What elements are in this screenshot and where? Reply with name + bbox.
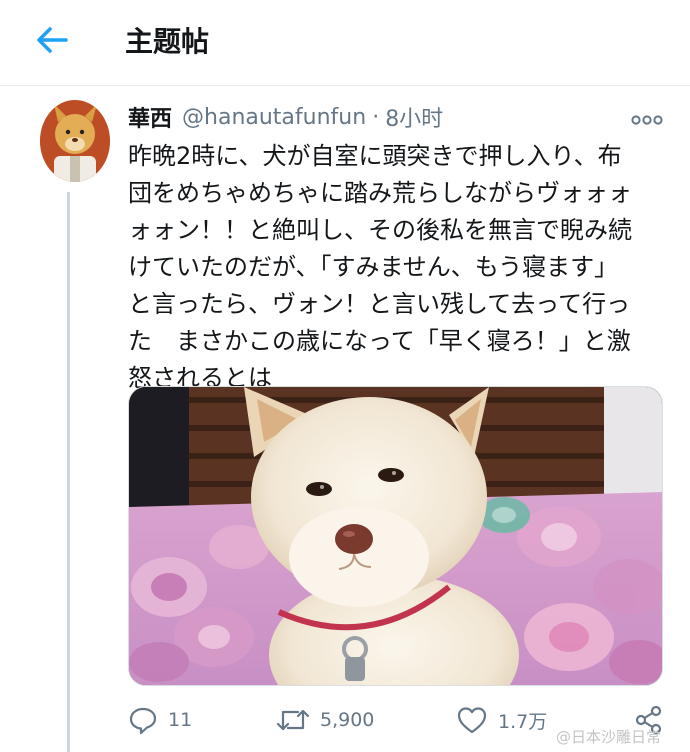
avatar[interactable] (40, 100, 110, 182)
thread-line (67, 192, 70, 752)
reply-icon (129, 707, 157, 735)
watermark: @日本沙雕日常 (556, 728, 662, 746)
heart-icon (457, 707, 487, 734)
tweet-text-line: と言ったら、ヴォン！と言い残して去って行っ (128, 290, 631, 318)
tweet-text-line: けていたのだが、「すみません、もう寝ます」 (128, 253, 619, 281)
retweet-button[interactable]: 5,900 (276, 700, 374, 740)
tweet-text-line: た まさかこの歳になって「早く寝ろ！」と激 (128, 327, 631, 355)
tweet-text: 昨晩2時に、犬が自室に頭突きで押し入り、布 団をめちゃめちゃに踏み荒らしながらヴ… (128, 138, 673, 397)
tweet-author-row: 華西 @hanautafunfun · 8小时 (128, 101, 443, 133)
retweet-count: 5,900 (320, 709, 375, 731)
like-count: 1.7万 (498, 710, 548, 733)
user-handle[interactable]: @hanautafunfun (182, 105, 366, 130)
page-title: 主题帖 (125, 25, 210, 58)
reply-button[interactable]: 11 (128, 700, 192, 740)
tweet-text-line: 昨晩2時に、犬が自室に頭突きで押し入り、布 (128, 142, 622, 170)
tweet-timestamp[interactable]: 8小时 (385, 101, 443, 133)
reply-count: 11 (168, 709, 193, 731)
separator-dot: · (372, 104, 380, 130)
tweet-text-line: 団をめちゃめちゃに踏み荒らしながらヴォォォ (128, 179, 632, 207)
retweet-icon (276, 709, 310, 731)
like-button[interactable]: 1.7万 (456, 700, 547, 740)
tweet-text-line: ォォン！！と絶叫し、その後私を無言で睨み続 (128, 216, 632, 244)
display-name[interactable]: 華西 (128, 101, 172, 133)
tweet-photo[interactable] (128, 386, 663, 686)
back-button[interactable] (30, 22, 74, 58)
dog-photo (129, 387, 662, 685)
arrow-left-icon (37, 27, 68, 53)
top-bar: 主题帖 (0, 0, 690, 86)
more-options-button[interactable] (630, 112, 664, 126)
more-horizontal-icon (631, 115, 663, 125)
